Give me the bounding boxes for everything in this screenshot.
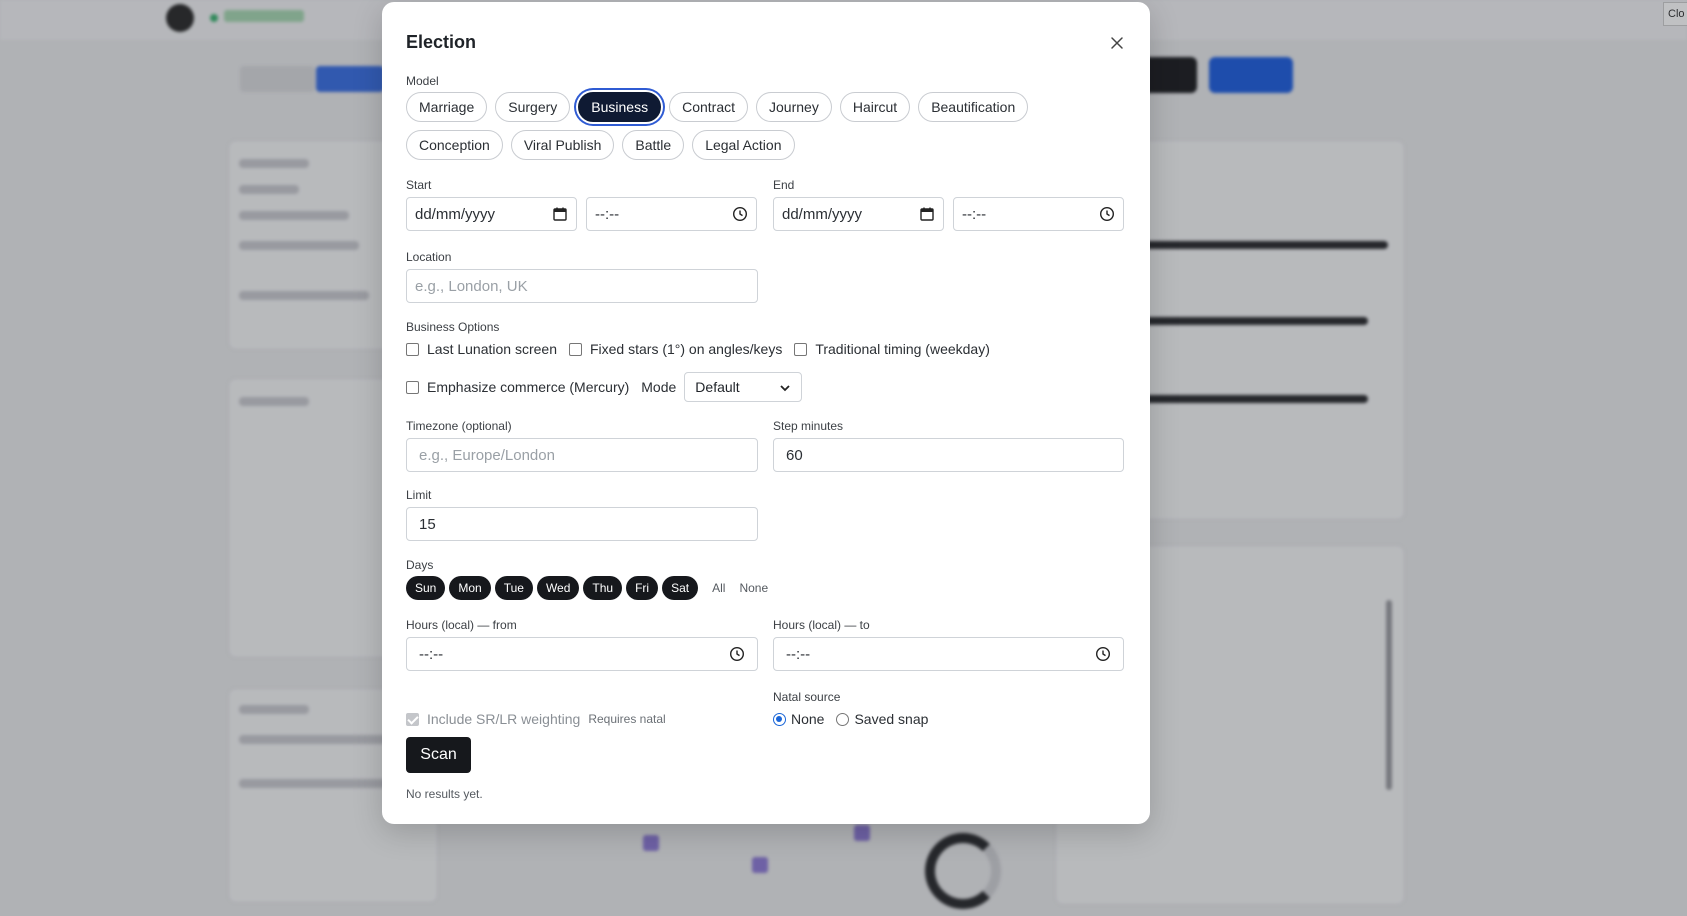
location-placeholder: e.g., London, UK (415, 277, 528, 295)
last-lunation-text: Last Lunation screen (427, 341, 557, 357)
natal-source-saved-snap-text: Saved snap (854, 711, 929, 727)
hours-from-label: Hours (local) — from (406, 618, 517, 632)
business-options-label: Business Options (406, 320, 500, 334)
checkbox-box[interactable] (406, 342, 419, 356)
day-chip-fri[interactable]: Fri (626, 576, 659, 600)
hours-to-label: Hours (local) — to (773, 618, 870, 632)
calendar-icon[interactable] (919, 206, 935, 222)
day-chip-thu[interactable]: Thu (583, 576, 623, 600)
model-chip-journey[interactable]: Journey (756, 92, 832, 122)
model-chip-beautification[interactable]: Beautification (918, 92, 1029, 122)
model-chip-marriage[interactable]: Marriage (406, 92, 488, 122)
start-label: Start (406, 178, 432, 192)
start-time-input[interactable]: --:-- (586, 197, 757, 231)
mode-select[interactable]: Default (684, 372, 803, 402)
business-options-row-1: Last Lunation screen Fixed stars (1°) on… (406, 341, 1002, 357)
step-minutes-label: Step minutes (773, 419, 844, 433)
model-label: Model (406, 74, 439, 88)
timezone-input[interactable]: e.g., Europe/London (406, 438, 758, 472)
days-row: Sun Mon Tue Wed Thu Fri Sat All None (406, 576, 782, 600)
days-label: Days (406, 558, 434, 572)
day-chip-sat[interactable]: Sat (662, 576, 699, 600)
day-chip-mon[interactable]: Mon (449, 576, 491, 600)
traditional-timing-checkbox[interactable]: Traditional timing (weekday) (794, 341, 990, 357)
start-date-placeholder: dd/mm/yyyy (415, 205, 496, 223)
location-label: Location (406, 250, 452, 264)
model-chip-viral-publish[interactable]: Viral Publish (510, 130, 615, 160)
end-time-placeholder: --:-- (962, 205, 987, 223)
natal-source-none-radio[interactable]: None (773, 711, 824, 727)
clock-icon[interactable] (729, 646, 745, 662)
mode-label: Mode (641, 379, 677, 395)
requires-natal-note: Requires natal (588, 712, 666, 726)
calendar-icon[interactable] (552, 206, 568, 222)
mode-value: Default (695, 379, 740, 395)
end-time-input[interactable]: --:-- (953, 197, 1124, 231)
last-lunation-checkbox[interactable]: Last Lunation screen (406, 341, 557, 357)
fixed-stars-text: Fixed stars (1°) on angles/keys (589, 341, 783, 357)
hours-from-placeholder: --:-- (419, 645, 444, 663)
timezone-label: Timezone (optional) (406, 419, 512, 433)
clock-icon[interactable] (732, 206, 748, 222)
fixed-stars-checkbox[interactable]: Fixed stars (1°) on angles/keys (568, 341, 783, 357)
close-button[interactable] (1106, 32, 1128, 54)
end-date-placeholder: dd/mm/yyyy (782, 205, 863, 223)
model-chip-conception[interactable]: Conception (406, 130, 503, 160)
start-date-input[interactable]: dd/mm/yyyy (406, 197, 577, 231)
model-chip-contract[interactable]: Contract (669, 92, 749, 122)
location-input[interactable]: e.g., London, UK (406, 269, 758, 303)
end-label: End (773, 178, 795, 192)
dialog-title: Election (406, 32, 477, 52)
day-chip-wed[interactable]: Wed (536, 576, 580, 600)
srlr-weighting-checkbox[interactable]: Include SR/LR weighting (406, 711, 580, 727)
model-chip-haircut[interactable]: Haircut (839, 92, 911, 122)
election-dialog: Election Model Marriage Surgery Business… (382, 2, 1150, 824)
hours-to-input[interactable]: --:-- (773, 637, 1124, 671)
clock-icon[interactable] (1099, 206, 1115, 222)
timezone-placeholder: e.g., Europe/London (419, 446, 555, 464)
days-none-button[interactable]: None (739, 581, 768, 595)
model-chip-battle[interactable]: Battle (622, 130, 685, 160)
limit-value: 15 (419, 515, 436, 533)
scan-button[interactable]: Scan (406, 737, 471, 773)
model-chip-row-2: Conception Viral Publish Battle Legal Ac… (406, 130, 803, 160)
model-chip-row-1: Marriage Surgery Business Contract Journ… (406, 92, 1036, 122)
start-time-placeholder: --:-- (595, 205, 620, 223)
step-minutes-input[interactable]: 60 (773, 438, 1124, 472)
model-chip-business[interactable]: Business (578, 92, 662, 122)
clock-icon[interactable] (1095, 646, 1111, 662)
hours-to-placeholder: --:-- (786, 645, 811, 663)
hours-from-input[interactable]: --:-- (406, 637, 758, 671)
srlr-row: Include SR/LR weighting Requires natal (406, 711, 666, 727)
close-icon (1111, 37, 1123, 49)
limit-label: Limit (406, 488, 432, 502)
model-chip-surgery[interactable]: Surgery (495, 92, 571, 122)
natal-source-label: Natal source (773, 690, 841, 704)
step-minutes-value: 60 (786, 446, 803, 464)
srlr-weighting-text: Include SR/LR weighting (427, 711, 581, 727)
traditional-timing-text: Traditional timing (weekday) (815, 341, 990, 357)
end-date-input[interactable]: dd/mm/yyyy (773, 197, 944, 231)
natal-source-options: None Saved snap (773, 711, 940, 727)
results-status: No results yet. (406, 787, 483, 801)
radio-dot[interactable] (773, 712, 786, 726)
checkbox-box[interactable] (406, 712, 419, 726)
emphasize-commerce-checkbox[interactable]: Emphasize commerce (Mercury) (406, 379, 629, 395)
emphasize-commerce-text: Emphasize commerce (Mercury) (427, 379, 630, 395)
natal-source-saved-snap-radio[interactable]: Saved snap (836, 711, 928, 727)
model-chip-legal-action[interactable]: Legal Action (692, 130, 795, 160)
chevron-down-icon (779, 381, 791, 393)
business-options-row-2: Emphasize commerce (Mercury) Mode Defaul… (406, 372, 803, 402)
checkbox-box[interactable] (568, 342, 582, 356)
day-chip-tue[interactable]: Tue (494, 576, 533, 600)
natal-source-none-text: None (791, 711, 825, 727)
day-chip-sun[interactable]: Sun (406, 576, 446, 600)
days-all-button[interactable]: All (712, 581, 725, 595)
checkbox-box[interactable] (794, 342, 808, 356)
radio-dot[interactable] (836, 712, 850, 726)
limit-input[interactable]: 15 (406, 507, 758, 541)
checkbox-box[interactable] (406, 380, 419, 394)
